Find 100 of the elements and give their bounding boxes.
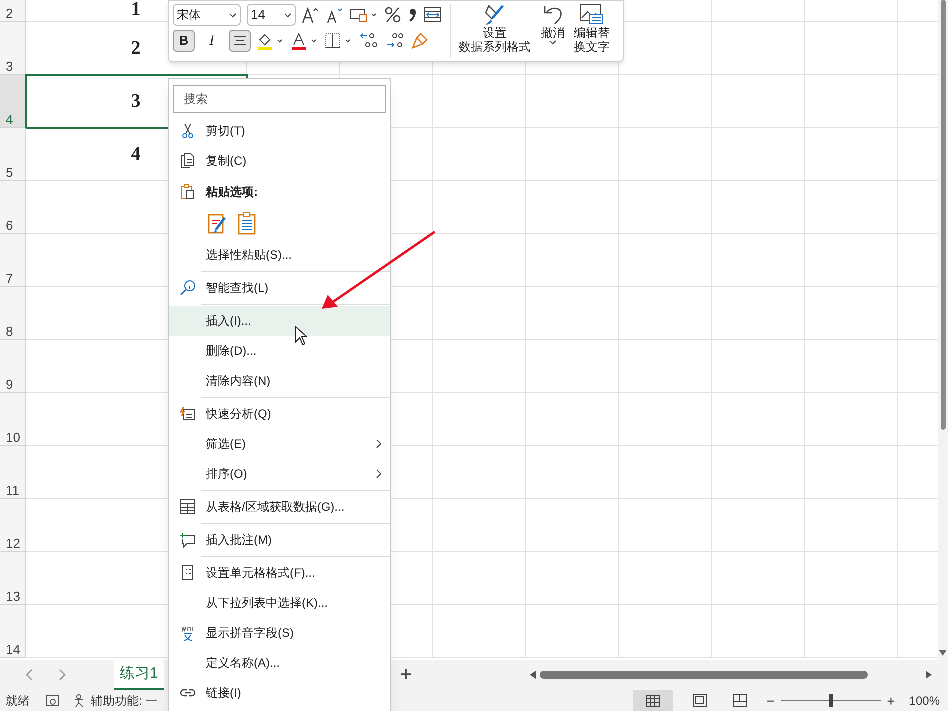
table-cell[interactable]: [712, 181, 805, 234]
decrease-font-size-icon[interactable]: [326, 6, 344, 24]
table-cell[interactable]: [433, 128, 526, 181]
font-dropdown[interactable]: 宋体: [173, 4, 241, 26]
menu-item[interactable]: 插入批注(M): [169, 525, 390, 555]
table-cell[interactable]: [526, 499, 619, 552]
menu-item[interactable]: 插入(I)...: [169, 306, 390, 336]
table-cell[interactable]: [712, 552, 805, 605]
table-cell[interactable]: [526, 75, 619, 128]
increase-font-size-icon[interactable]: [302, 6, 320, 24]
menu-item[interactable]: 筛选(E): [169, 429, 390, 459]
table-cell[interactable]: [805, 287, 898, 340]
table-cell[interactable]: [805, 128, 898, 181]
menu-item[interactable]: 设置单元格格式(F)...: [169, 558, 390, 588]
zoom-level[interactable]: 100%: [909, 692, 940, 710]
row-header[interactable]: 12: [0, 499, 26, 552]
table-cell[interactable]: [619, 234, 712, 287]
table-cell[interactable]: [526, 446, 619, 499]
table-cell[interactable]: [712, 499, 805, 552]
table-cell[interactable]: [619, 75, 712, 128]
table-cell[interactable]: [526, 605, 619, 658]
menu-item[interactable]: 清除内容(N): [169, 366, 390, 396]
menu-item[interactable]: 显示拼音字段(S): [169, 618, 390, 648]
add-sheet-button[interactable]: +: [400, 665, 412, 685]
menu-item[interactable]: 快速分析(Q): [169, 399, 390, 429]
table-cell[interactable]: [433, 340, 526, 393]
page-break-icon[interactable]: [732, 694, 747, 707]
row-header[interactable]: 8: [0, 287, 26, 340]
row-header[interactable]: 6: [0, 181, 26, 234]
row-header[interactable]: 5: [0, 128, 26, 181]
table-cell[interactable]: [805, 552, 898, 605]
table-cell[interactable]: [619, 340, 712, 393]
table-cell[interactable]: [619, 181, 712, 234]
menu-item[interactable]: 从下拉列表中选择(K)...: [169, 588, 390, 618]
merge-cells-icon[interactable]: [424, 7, 442, 23]
row-header[interactable]: 2: [0, 0, 26, 22]
scroll-right-icon[interactable]: [58, 669, 66, 681]
macro-recorder-icon[interactable]: [46, 694, 60, 706]
scroll-left-icon[interactable]: [26, 669, 34, 681]
table-cell[interactable]: [805, 499, 898, 552]
table-cell[interactable]: [619, 393, 712, 446]
row-header[interactable]: 11: [0, 446, 26, 499]
accessibility-status[interactable]: 辅助功能: 一: [91, 692, 158, 710]
table-cell[interactable]: [433, 552, 526, 605]
table-cell[interactable]: [712, 234, 805, 287]
format-series-button[interactable]: 设置 数据系列格式: [457, 1, 533, 61]
table-cell[interactable]: [619, 605, 712, 658]
table-cell[interactable]: [433, 287, 526, 340]
table-cell[interactable]: [619, 287, 712, 340]
table-cell[interactable]: [805, 181, 898, 234]
table-cell[interactable]: [526, 287, 619, 340]
format-painter-icon[interactable]: [411, 32, 429, 50]
decrease-decimal-icon[interactable]: [385, 32, 405, 50]
row-header[interactable]: 14: [0, 605, 26, 658]
undo-button[interactable]: 撤消: [536, 1, 570, 61]
table-cell[interactable]: [712, 340, 805, 393]
table-cell[interactable]: [433, 446, 526, 499]
table-cell[interactable]: [526, 340, 619, 393]
table-cell[interactable]: [805, 75, 898, 128]
table-cell[interactable]: [805, 0, 898, 22]
table-cell[interactable]: [805, 393, 898, 446]
zoom-in-button[interactable]: +: [887, 694, 896, 708]
table-cell[interactable]: [433, 393, 526, 446]
borders-icon[interactable]: [325, 32, 353, 50]
table-cell[interactable]: [526, 128, 619, 181]
table-cell[interactable]: [433, 181, 526, 234]
menu-item[interactable]: 从表格/区域获取数据(G)...: [169, 492, 390, 522]
table-cell[interactable]: [433, 605, 526, 658]
row-header[interactable]: 9: [0, 340, 26, 393]
menu-item[interactable]: 定义名称(A)...: [169, 648, 390, 678]
row-header[interactable]: 10: [0, 393, 26, 446]
alt-text-button[interactable]: 编辑替 换文字: [572, 1, 612, 61]
table-cell[interactable]: [712, 75, 805, 128]
table-cell[interactable]: [712, 22, 805, 75]
table-cell[interactable]: [712, 128, 805, 181]
table-cell[interactable]: [433, 234, 526, 287]
table-cell[interactable]: [805, 234, 898, 287]
font-color-icon[interactable]: [291, 32, 319, 50]
bold-button[interactable]: B: [173, 30, 195, 52]
table-cell[interactable]: [433, 499, 526, 552]
row-header[interactable]: 7: [0, 234, 26, 287]
page-layout-icon[interactable]: [692, 694, 707, 707]
table-cell[interactable]: [805, 605, 898, 658]
italic-button[interactable]: I: [201, 30, 223, 52]
table-cell[interactable]: [805, 22, 898, 75]
row-header[interactable]: 13: [0, 552, 26, 605]
normal-view-button[interactable]: [632, 690, 673, 711]
table-cell[interactable]: [712, 605, 805, 658]
table-cell[interactable]: [433, 75, 526, 128]
table-cell[interactable]: [526, 181, 619, 234]
paste-icon[interactable]: [237, 212, 257, 236]
table-cell[interactable]: [526, 234, 619, 287]
table-cell[interactable]: [712, 0, 805, 22]
menu-item[interactable]: 删除(D)...: [169, 336, 390, 366]
table-cell[interactable]: [712, 287, 805, 340]
comma-style-icon[interactable]: [408, 6, 418, 24]
zoom-out-button[interactable]: −: [766, 694, 776, 708]
sheet-tab[interactable]: 练习1: [114, 660, 164, 690]
row-header[interactable]: 4: [0, 75, 26, 128]
accounting-format-icon[interactable]: [350, 7, 378, 23]
